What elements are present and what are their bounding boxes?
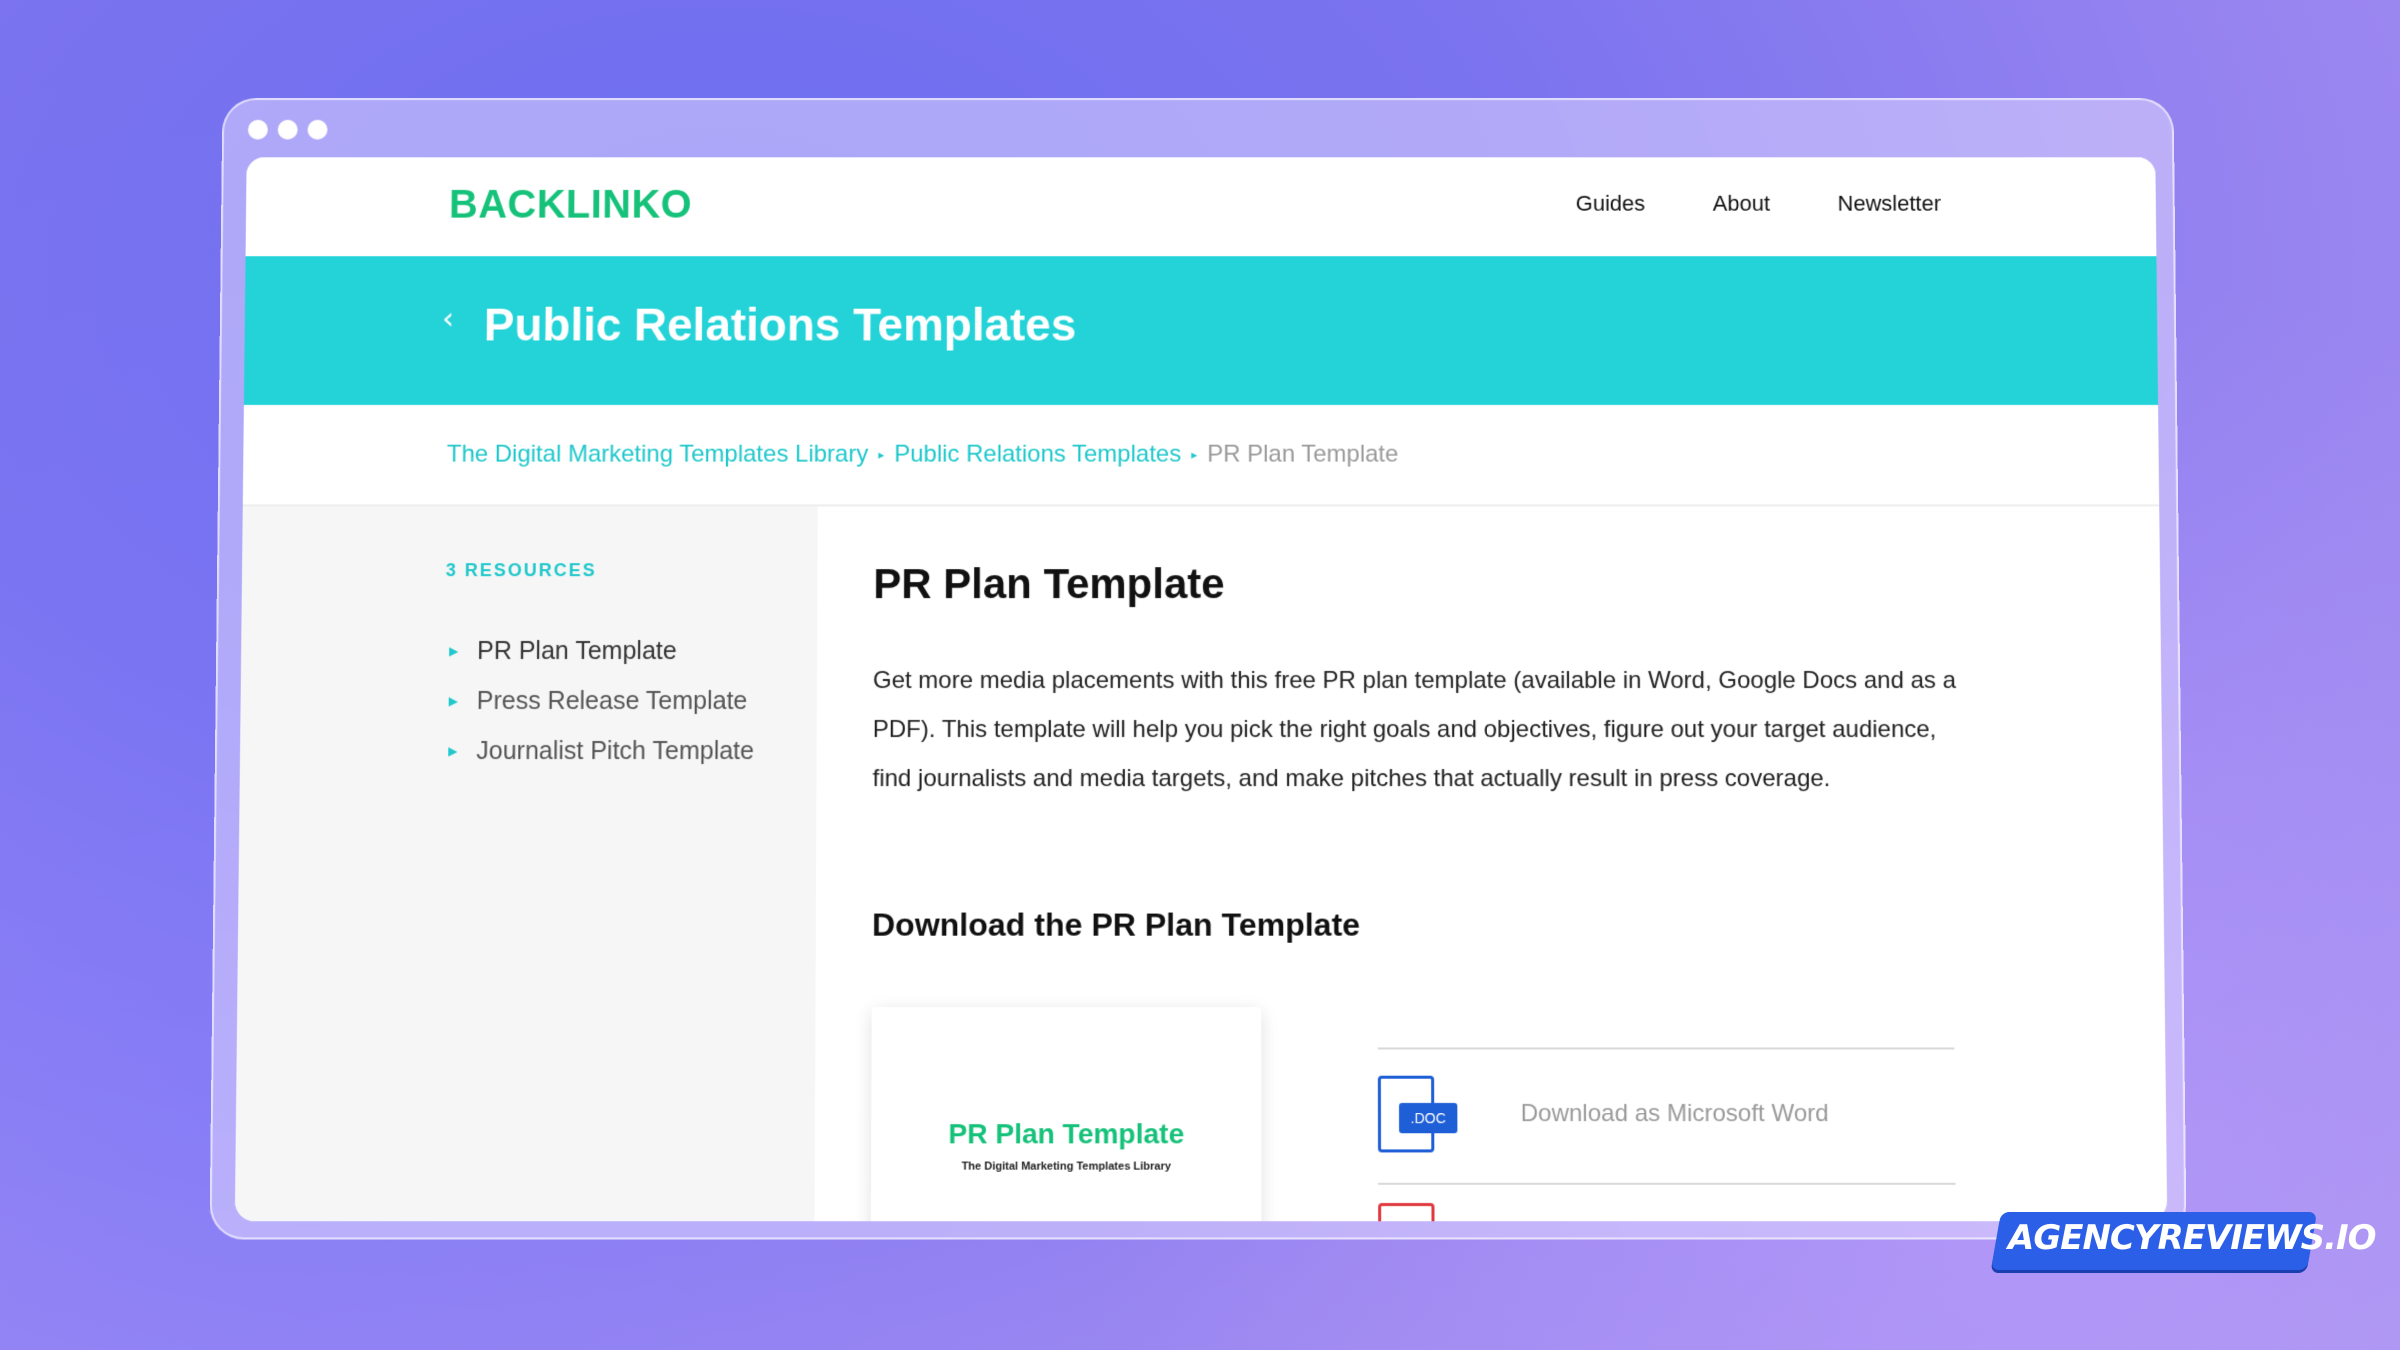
- nav-newsletter-link[interactable]: Newsletter: [1838, 191, 1942, 217]
- template-description: Get more media placements with this free…: [872, 666, 1957, 793]
- web-page: BACKLINKO Guides About Newsletter ‹ Publ…: [234, 157, 2168, 1222]
- breadcrumb-separator-icon: ▸: [878, 447, 885, 462]
- browser-window-frame: BACKLINKO Guides About Newsletter ‹ Publ…: [209, 98, 2187, 1240]
- page-title: PR Plan Template: [873, 560, 1225, 608]
- resources-list: ▶ PR Plan Template ▶ Press Release Templ…: [444, 626, 755, 776]
- sidebar-item-label: Press Release Template: [476, 686, 748, 715]
- download-heading: Download the PR Plan Template: [871, 906, 1361, 943]
- breadcrumb-link-pr-templates[interactable]: Public Relations Templates: [894, 441, 1181, 469]
- main-content: PR Plan Template Get more media placemen…: [815, 506, 2168, 1222]
- preview-title: PR Plan Template: [948, 1118, 1185, 1150]
- template-preview-card[interactable]: PR Plan Template The Digital Marketing T…: [870, 1007, 1262, 1222]
- download-divider: [1377, 1047, 1955, 1050]
- category-banner: ‹ Public Relations Templates: [243, 256, 2159, 405]
- nav-guides-link[interactable]: Guides: [1576, 191, 1645, 217]
- window-dot-icon[interactable]: [307, 119, 328, 140]
- sidebar-item-press-release[interactable]: ▶ Press Release Template: [444, 676, 754, 726]
- breadcrumb: The Digital Marketing Templates Library …: [447, 441, 1399, 469]
- breadcrumb-current: PR Plan Template: [1207, 440, 1399, 468]
- breadcrumb-separator-icon: ▸: [1191, 447, 1198, 462]
- triangle-right-icon: ▶: [448, 693, 458, 708]
- resources-sidebar: 3 RESOURCES ▶ PR Plan Template ▶ Press R…: [234, 506, 818, 1222]
- banner-title: Public Relations Templates: [483, 298, 1077, 351]
- watermark-text: AGENCYREVIEWS.IO: [2008, 1218, 2377, 1258]
- sidebar-item-journalist-pitch[interactable]: ▶ Journalist Pitch Template: [444, 726, 754, 776]
- main-nav: Guides About Newsletter: [1576, 191, 1941, 217]
- window-dot-icon[interactable]: [277, 119, 298, 140]
- window-controls: [247, 119, 328, 140]
- doc-file-icon[interactable]: .DOC: [1377, 1075, 1458, 1153]
- sidebar-item-label: Journalist Pitch Template: [476, 736, 755, 765]
- chevron-left-icon[interactable]: ‹: [442, 302, 454, 337]
- nav-about-link[interactable]: About: [1713, 191, 1770, 217]
- triangle-right-icon: ▶: [448, 744, 458, 759]
- window-dot-icon[interactable]: [247, 119, 268, 140]
- sidebar-item-label: PR Plan Template: [477, 636, 677, 665]
- sidebar-item-pr-plan[interactable]: ▶ PR Plan Template: [445, 626, 755, 676]
- site-header: BACKLINKO Guides About Newsletter: [245, 157, 2157, 257]
- doc-badge: .DOC: [1399, 1102, 1458, 1134]
- resources-count: 3 RESOURCES: [445, 560, 597, 581]
- download-word-link[interactable]: Download as Microsoft Word: [1521, 1100, 1829, 1128]
- preview-subtitle: The Digital Marketing Templates Library: [961, 1160, 1171, 1173]
- triangle-right-icon: ▶: [449, 644, 459, 659]
- backlinko-logo[interactable]: BACKLINKO: [449, 183, 692, 227]
- download-divider: [1378, 1182, 1956, 1185]
- pdf-file-icon[interactable]: [1378, 1203, 1435, 1222]
- breadcrumb-link-library[interactable]: The Digital Marketing Templates Library: [447, 441, 869, 469]
